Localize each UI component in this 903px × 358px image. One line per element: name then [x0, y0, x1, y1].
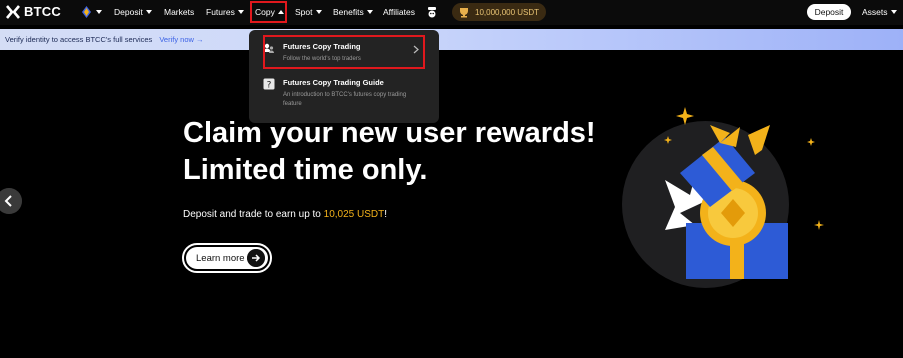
carousel-prev-button[interactable]: [0, 188, 22, 214]
copy-nav-highlight-box: [250, 1, 287, 23]
nav-benefits[interactable]: Benefits: [333, 7, 373, 17]
guide-question-icon: ?: [263, 78, 275, 90]
top-nav: BTCC Deposit Markets Futures Copy Spot B…: [0, 0, 903, 25]
verify-now-link[interactable]: Verify now →: [159, 35, 203, 44]
assets-menu[interactable]: Assets: [862, 7, 897, 17]
coin-network-icon: [82, 6, 91, 18]
logo-text: BTCC: [24, 4, 61, 19]
menu-item-title: Futures Copy Trading Guide: [283, 78, 384, 87]
sparkle-icon: [664, 136, 672, 144]
btcc-logo-icon: [6, 4, 20, 19]
balance-amount: 10,000,000 USDT: [475, 7, 540, 17]
hero-title: Claim your new user rewards! Limited tim…: [183, 115, 596, 189]
chevron-down-icon: [96, 10, 102, 14]
hero-subtitle: Deposit and trade to earn up to 10,025 U…: [183, 209, 387, 220]
verify-banner-text: Verify identity to access BTCC's full se…: [5, 35, 153, 44]
nav-spot[interactable]: Spot: [295, 7, 322, 17]
arrow-right-icon: [247, 249, 265, 267]
nav-deposit-label: Deposit: [114, 7, 143, 17]
hero-subtitle-text: Deposit and trade to earn up to: [183, 209, 324, 220]
svg-text:?: ?: [267, 81, 272, 91]
learn-more-label: Learn more: [196, 252, 245, 264]
nav-markets-label: Markets: [164, 7, 195, 17]
deposit-button[interactable]: Deposit: [807, 4, 851, 20]
sparkle-icon: [814, 220, 824, 230]
hero-subtitle-end: !: [384, 209, 388, 220]
sparkle-icon: [676, 107, 694, 125]
sparkle-icon: [807, 138, 815, 146]
mascot-icon[interactable]: [426, 6, 438, 18]
hero-reward-amount: 10,025 USDT: [323, 209, 385, 220]
verify-banner: Verify identity to access BTCC's full se…: [0, 29, 903, 50]
gift-box-illustration: [664, 107, 824, 279]
nav-deposit[interactable]: Deposit: [114, 7, 152, 17]
btcc-logo[interactable]: BTCC: [6, 4, 61, 19]
demo-balance-pill[interactable]: 10,000,000 USDT: [452, 3, 546, 21]
menu-item-futures-copy-trading-guide[interactable]: ? Futures Copy Trading Guide An introduc…: [263, 78, 423, 109]
chevron-down-icon: [315, 10, 322, 14]
trophy-icon: [460, 7, 468, 17]
nav-affiliates-label: Affiliates: [383, 7, 415, 17]
nav-spot-label: Spot: [295, 7, 313, 17]
chevron-down-icon: [237, 10, 244, 14]
nav-affiliates[interactable]: Affiliates: [383, 7, 415, 17]
chevron-down-icon: [366, 10, 373, 14]
hero-title-line-2: Limited time only.: [183, 154, 428, 186]
learn-more-button[interactable]: Learn more: [186, 247, 268, 269]
chevron-down-icon: [145, 10, 152, 14]
nav-futures-label: Futures: [206, 7, 235, 17]
assets-label: Assets: [862, 7, 888, 17]
nav-futures[interactable]: Futures: [206, 7, 244, 17]
menu-item-subtitle: An introduction to BTCC's futures copy t…: [283, 92, 407, 107]
chevron-down-icon: [890, 10, 897, 14]
nav-markets[interactable]: Markets: [164, 7, 194, 17]
nav-benefits-label: Benefits: [333, 7, 364, 17]
network-selector[interactable]: [82, 6, 102, 18]
futures-copy-trading-highlight-box: [263, 35, 425, 69]
